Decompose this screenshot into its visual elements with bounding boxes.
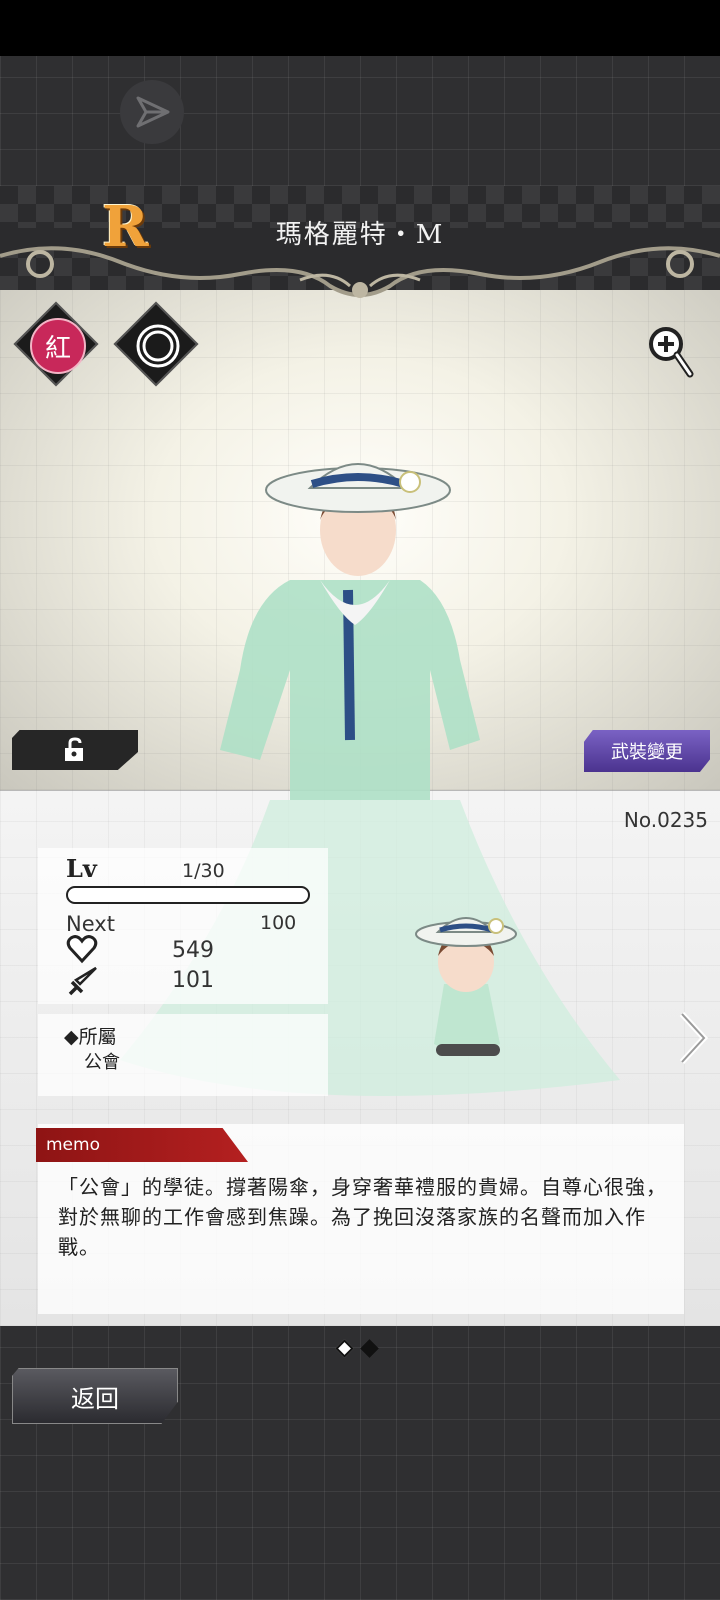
level-value: 1/30 [182, 860, 225, 882]
chibi-illustration [415, 917, 517, 1056]
lock-button[interactable] [12, 730, 138, 770]
memo-tab: memo [36, 1128, 248, 1162]
zoom-button[interactable] [646, 324, 696, 382]
heart-icon [66, 935, 98, 964]
concentric-rings-icon [136, 324, 180, 368]
equip-change-button[interactable]: 武裝變更 [584, 730, 710, 772]
faction-badge: 紅 [30, 318, 86, 374]
zoom-in-icon [649, 327, 694, 378]
share-icon [136, 96, 170, 128]
bottom-band [0, 1326, 720, 1600]
attack-value: 101 [172, 968, 214, 993]
next-page-arrow[interactable] [678, 1010, 708, 1066]
status-bar [0, 0, 720, 56]
next-value: 100 [260, 912, 297, 934]
affiliation-label: ◆所屬 [64, 1026, 117, 1048]
page-dot-1 [335, 1339, 354, 1358]
card-number: No.0235 [623, 808, 708, 832]
next-label: Next [66, 912, 115, 936]
level-progress-bar [66, 886, 310, 904]
type-badge [128, 316, 188, 376]
character-name: 瑪格麗特・M [275, 220, 445, 250]
unlock-icon [65, 737, 83, 761]
affiliation-value: 公會 [84, 1052, 120, 1073]
page-dot-2 [360, 1339, 379, 1358]
lv-label: Lv [66, 854, 97, 883]
back-button[interactable]: 返回 [12, 1368, 178, 1424]
memo-text: 「公會」的學徒。撐著陽傘，身穿奢華禮服的貴婦。自尊心很強，對於無聊的工作會感到焦… [58, 1175, 667, 1259]
sword-icon [68, 966, 97, 996]
top-band [0, 56, 720, 186]
share-button[interactable] [120, 80, 184, 144]
hp-value: 549 [172, 938, 214, 963]
page-indicator [335, 1339, 379, 1358]
